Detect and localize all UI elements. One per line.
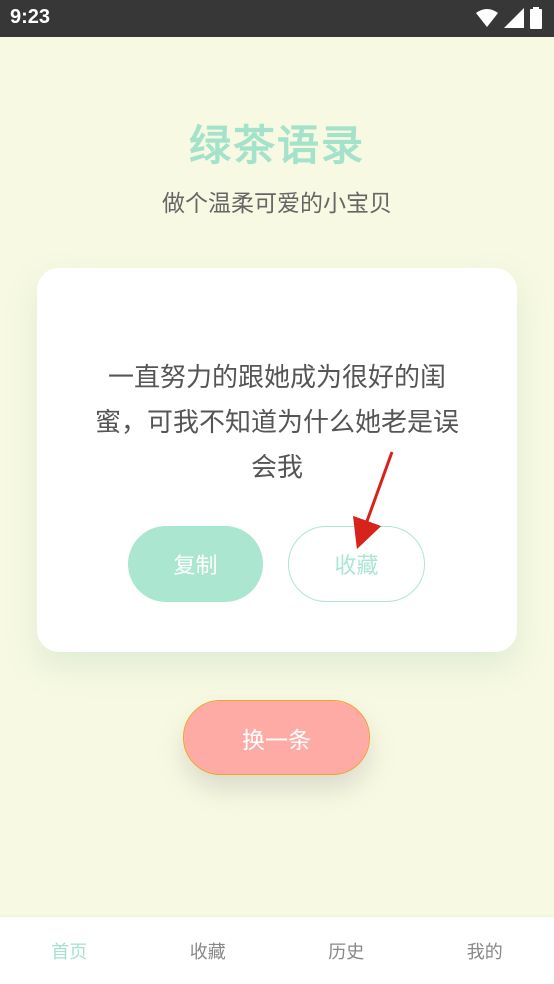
copy-button-label: 复制 [173, 554, 218, 579]
signal-icon [504, 8, 524, 32]
next-quote-label: 换一条 [242, 727, 311, 754]
nav-item-favorites-label: 收藏 [189, 941, 226, 963]
nav-item-history-label: 历史 [328, 941, 365, 963]
quote-card: 一直努力的跟她成为很好的闺蜜，可我不知道为什么她老是误会我 复制 收藏 [37, 268, 517, 652]
nav-item-history[interactable]: 历史 [277, 917, 416, 984]
nav-item-mine[interactable]: 我的 [416, 917, 554, 984]
wifi-icon [476, 8, 498, 32]
nav-item-mine-label: 我的 [466, 941, 503, 963]
status-time: 9:23 [10, 6, 51, 28]
nav-item-home[interactable]: 首页 [0, 917, 139, 984]
next-quote-button[interactable]: 换一条 [183, 700, 370, 775]
collect-button[interactable]: 收藏 [288, 526, 425, 602]
status-icons [476, 7, 542, 33]
battery-icon [530, 7, 542, 33]
nav-item-favorites[interactable]: 收藏 [139, 917, 278, 984]
nav-item-home-label: 首页 [51, 941, 88, 963]
bottom-nav: 首页 收藏 历史 我的 [0, 917, 554, 984]
app-subtitle: 做个温柔可爱的小宝贝 [162, 191, 392, 217]
collect-button-label: 收藏 [334, 554, 379, 579]
status-bar: 9:23 [0, 0, 554, 37]
app-title: 绿茶语录 [188, 121, 365, 170]
quote-text: 一直努力的跟她成为很好的闺蜜，可我不知道为什么她老是误会我 [94, 363, 459, 483]
copy-button[interactable]: 复制 [128, 526, 263, 602]
